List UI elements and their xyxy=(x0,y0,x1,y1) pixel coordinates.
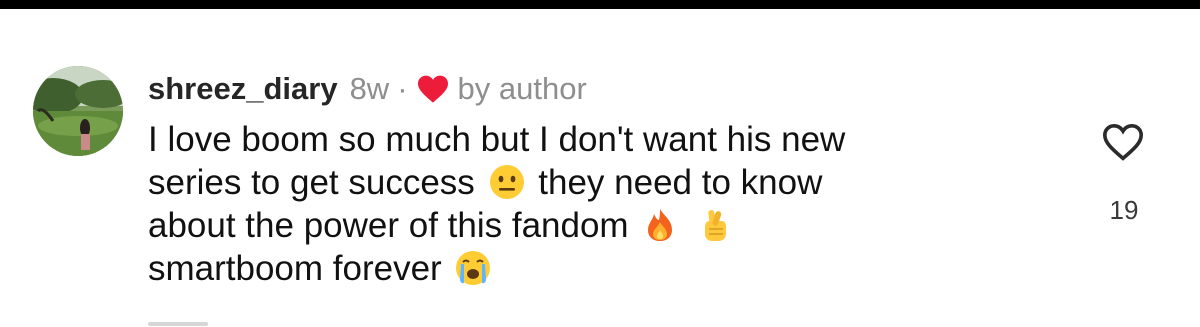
comment-text: I love boom so much but I don't want his… xyxy=(148,118,1048,290)
crossed-fingers-emoji xyxy=(705,210,727,241)
comment-line: smartboom forever xyxy=(148,247,1048,290)
comment-line-text: about the power of this fandom xyxy=(148,206,629,245)
heart-outline-icon[interactable] xyxy=(1101,122,1145,162)
fire-emoji xyxy=(648,209,673,241)
separator: · xyxy=(397,71,408,106)
username[interactable]: shreez_diary xyxy=(148,70,338,108)
loudly-crying-face-emoji xyxy=(456,251,491,285)
neutral-face-emoji xyxy=(489,165,524,199)
comment-line: I love boom so much but I don't want his… xyxy=(148,118,1048,161)
avatar[interactable] xyxy=(33,66,123,156)
comment-line: series to get success they need to know xyxy=(148,161,1048,204)
liked-by-author-label: by author xyxy=(457,71,587,106)
top-bar xyxy=(0,0,1200,9)
comment-line-text: they need to know xyxy=(538,163,823,202)
comment-line: about the power of this fandom xyxy=(148,204,1048,247)
next-item-stub xyxy=(148,318,208,327)
comment: shreez_diary 8w · by author I love boom … xyxy=(148,70,1048,290)
comment-line-text: series to get success xyxy=(148,163,475,202)
timestamp: 8w xyxy=(349,71,390,106)
heart-icon xyxy=(417,75,448,103)
comment-line-text: I love boom so much but I don't want his… xyxy=(148,120,846,159)
comment-line-text: smartboom forever xyxy=(148,249,442,288)
comment-meta: shreez_diary 8w · by author xyxy=(148,70,1048,108)
like-count: 19 xyxy=(1109,195,1139,225)
avatar-image xyxy=(33,66,123,156)
